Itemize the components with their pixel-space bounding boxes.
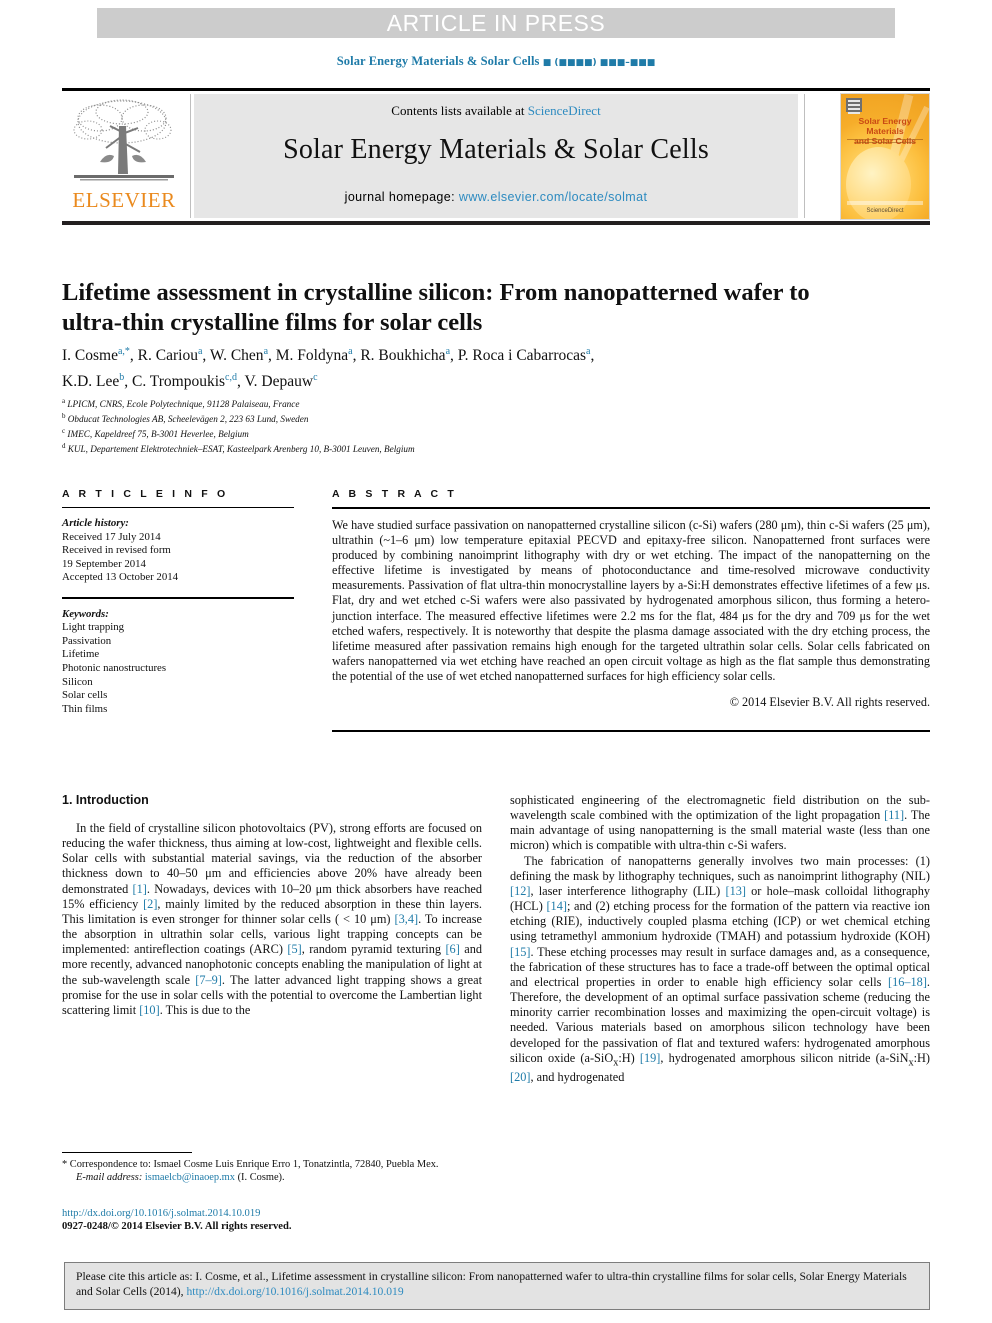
author-line-2: K.D. Leeb, C. Trompoukisc,d, V. Depauwc [62, 372, 318, 391]
body-paragraph: The fabrication of nanopatterns generall… [510, 853, 931, 1085]
article-info-separator [62, 596, 294, 599]
email-owner: (I. Cosme). [237, 1171, 285, 1183]
author-line-1: I. Cosmea,*, R. Carioua, W. Chena, M. Fo… [62, 346, 595, 365]
abstract-copyright: © 2014 Elsevier B.V. All rights reserved… [729, 695, 930, 710]
homepage-prefix: journal homepage: [344, 190, 456, 204]
body-column-right: sophisticated engineering of the electro… [510, 793, 930, 1085]
cite-doi-link[interactable]: http://dx.doi.org/10.1016/j.solmat.2014.… [186, 1285, 403, 1298]
body-paragraph: sophisticated engineering of the electro… [510, 793, 930, 853]
running-head: Solar Energy Materials & Solar Cells ■ (… [0, 54, 992, 69]
abstract-section: A B S T R A C T We have studied surface … [332, 488, 930, 732]
email-label: E-mail address: [76, 1171, 143, 1183]
masthead-bottom-rule [62, 221, 930, 225]
keyword-item: Silicon [62, 675, 93, 688]
journal-cover-thumbnail: Solar Energy Materials and Solar Cells S… [840, 93, 930, 220]
affiliation-item: a LPICM, CNRS, Ecole Polytechnique, 9112… [62, 397, 300, 410]
article-info-rule [62, 507, 294, 508]
article-info-heading: A R T I C L E I N F O [62, 488, 229, 500]
elsevier-wordmark: ELSEVIER [72, 188, 176, 212]
affiliation-item: b Obducat Technologies AB, Scheelevägen … [62, 411, 309, 424]
section-heading-introduction: 1. Introduction [62, 793, 149, 807]
doi-link[interactable]: http://dx.doi.org/10.1016/j.solmat.2014.… [62, 1207, 492, 1220]
cover-footer-label: ScienceDirect [866, 208, 904, 214]
keywords-label: Keywords: [62, 607, 109, 620]
email-link[interactable]: ismaelcb@inaoep.mx [145, 1172, 235, 1183]
body-paragraph: In the field of crystalline silicon phot… [62, 821, 482, 1017]
cover-publisher-mark [846, 98, 862, 114]
history-item: Received in revised form [62, 544, 171, 557]
cite-this-article-box: Please cite this article as: I. Cosme, e… [64, 1262, 930, 1310]
body-column-left: 1. Introduction In the field of crystall… [62, 793, 482, 1018]
email-note: E-mail address: ismaelcb@inaoep.mx (I. C… [62, 1172, 482, 1185]
journal-homepage-line: journal homepage: www.elsevier.com/locat… [194, 190, 798, 204]
cover-subtitle-rules [847, 139, 923, 143]
homepage-url-link[interactable]: www.elsevier.com/locate/solmat [459, 190, 647, 204]
correspondence-note: * Correspondence to: Ismael Cosme Luis E… [62, 1159, 439, 1170]
abstract-bottom-rule [332, 730, 930, 732]
elsevier-logo: ELSEVIER [64, 94, 184, 218]
cite-box-text: Please cite this article as: I. Cosme, e… [65, 1263, 929, 1299]
footnote-block: * Correspondence to: Ismael Cosme Luis E… [62, 1152, 482, 1184]
journal-masthead: ELSEVIER Contents lists available at Sci… [62, 88, 930, 225]
article-history-block: Article history: Received 17 July 2014 R… [62, 517, 294, 585]
article-in-press-banner: ARTICLE IN PRESS [97, 8, 895, 38]
keywords-block: Keywords: Light trapping Passivation Lif… [62, 608, 294, 717]
keyword-item: Light trapping [62, 621, 125, 634]
masthead-divider-left [190, 94, 191, 218]
masthead-top-rule [62, 88, 930, 91]
article-in-press-label: ARTICLE IN PRESS [386, 9, 606, 36]
cover-title-line1: Solar Energy Materials [858, 116, 912, 136]
keyword-item: Lifetime [62, 648, 100, 661]
abstract-body: We have studied surface passivation on n… [332, 518, 930, 683]
masthead-divider-right [804, 94, 805, 218]
affiliation-item: c IMEC, Kapeldreef 75, B-3001 Heverlee, … [62, 426, 249, 439]
history-item: 19 September 2014 [62, 557, 146, 570]
history-item: Received 17 July 2014 [62, 530, 161, 543]
cover-footer-band [847, 201, 923, 205]
footnote-rule [62, 1152, 192, 1153]
running-head-journal: Solar Energy Materials & Solar Cells [336, 54, 540, 68]
running-head-volume: ■ (■■■■) ■■■–■■■ [542, 58, 656, 68]
article-info-section: A R T I C L E I N F O Article history: R… [62, 488, 294, 716]
history-item: Accepted 13 October 2014 [62, 571, 179, 584]
imprint-block: http://dx.doi.org/10.1016/j.solmat.2014.… [62, 1207, 492, 1234]
affiliation-list: a LPICM, CNRS, Ecole Polytechnique, 9112… [62, 396, 862, 455]
journal-title: Solar Energy Materials & Solar Cells [283, 134, 709, 165]
page-title: Lifetime assessment in crystalline silic… [62, 279, 810, 337]
abstract-heading: A B S T R A C T [332, 488, 457, 500]
author-list: I. Cosmea,*, R. Carioua, W. Chena, M. Fo… [62, 341, 862, 393]
contents-line: Contents lists available at ScienceDirec… [194, 103, 798, 119]
issn-copyright-line: 0927-0248/© 2014 Elsevier B.V. All right… [62, 1221, 292, 1233]
elsevier-tree-icon [73, 99, 174, 181]
masthead-panel: Contents lists available at ScienceDirec… [194, 94, 798, 218]
contents-prefix: Contents lists available at [391, 103, 525, 118]
sciencedirect-link[interactable]: ScienceDirect [528, 103, 601, 118]
article-history-label: Article history: [62, 517, 129, 529]
keyword-item: Photonic nanostructures [62, 661, 167, 674]
keyword-item: Passivation [62, 634, 112, 647]
affiliation-item: d KUL, Departement Elektrotechniek–ESAT,… [62, 441, 415, 454]
abstract-rule [332, 507, 930, 509]
keyword-item: Solar cells [62, 689, 108, 702]
keyword-item: Thin films [62, 702, 108, 715]
article-page: ARTICLE IN PRESS Solar Energy Materials … [0, 0, 992, 1323]
